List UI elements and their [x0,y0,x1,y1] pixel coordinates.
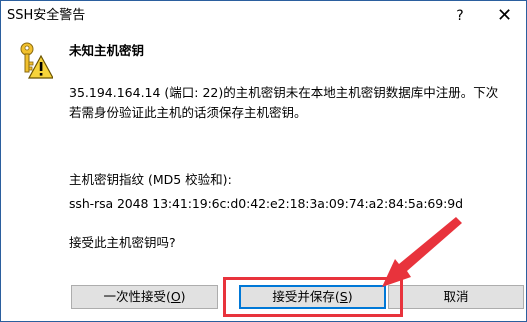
dialog-heading: 未知主机密钥 [69,43,145,58]
help-button[interactable]: ? [437,1,483,31]
accept-question: 接受此主机密钥吗? [69,235,176,250]
dialog-message: 35.194.164.14 (端口: 22)的主机密钥未在本地主机密钥数据库中注… [69,85,499,120]
fingerprint-label: 主机密钥指纹 (MD5 校验和): [69,172,232,187]
accept-once-mnemonic: O [170,289,181,304]
close-button[interactable]: ✕ [483,1,526,31]
cancel-button[interactable]: 取消 [388,285,524,309]
fingerprint-value: ssh-rsa 2048 13:41:19:6c:d0:42:e2:18:3a:… [69,196,463,211]
highlight-annotation-box [223,277,403,317]
key-warning-icon [20,42,53,79]
accept-once-button[interactable]: 一次性接受(O) [71,285,218,309]
title-bar[interactable]: SSH安全警告 ? ✕ [1,1,526,31]
accept-once-suffix: ) [180,289,186,304]
window-title: SSH安全警告 [7,8,86,23]
ssh-warning-dialog: SSH安全警告 ? ✕ 未知主机密钥 35.194.164.14 (端口: 22… [0,0,527,322]
accept-once-label: 一次性接受( [103,289,171,304]
